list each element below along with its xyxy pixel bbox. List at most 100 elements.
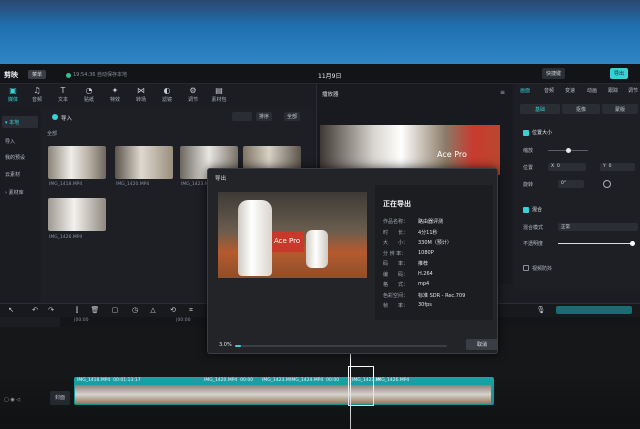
sort-button[interactable]: 排序 bbox=[256, 112, 273, 121]
router-shape bbox=[238, 200, 272, 276]
tab-speed[interactable]: 变速 bbox=[565, 87, 575, 94]
export-progress-track bbox=[235, 345, 447, 347]
monitor-wallpaper bbox=[0, 0, 640, 64]
rotate-field[interactable]: 0° bbox=[558, 180, 584, 188]
segment-keying[interactable]: 抠像 bbox=[562, 104, 600, 114]
media-thumb[interactable] bbox=[48, 198, 106, 231]
menu-button[interactable]: 菜单 bbox=[28, 70, 47, 79]
audio-icon: ♫ bbox=[33, 86, 41, 95]
sidebar-item-cloud[interactable]: 云素材 bbox=[2, 168, 38, 180]
position-label: 位置 bbox=[523, 165, 534, 171]
sticker-icon: ◔ bbox=[85, 86, 93, 95]
tool-label: 调节 bbox=[187, 97, 198, 103]
export-field-value: H.264 bbox=[418, 270, 433, 277]
export-preview: Ace Pro bbox=[218, 192, 367, 278]
adjust-icon: ⚙ bbox=[189, 86, 197, 95]
opacity-slider-handle[interactable] bbox=[630, 241, 635, 246]
position-x-field[interactable]: X 0 bbox=[548, 163, 586, 171]
blend-checkbox[interactable] bbox=[523, 207, 529, 213]
tab-audio[interactable]: 音频 bbox=[544, 87, 554, 94]
tool-label: 转场 bbox=[135, 97, 146, 103]
tab-adjust[interactable]: 调节 bbox=[628, 87, 638, 94]
sidebar-item-presets[interactable]: 我的预设 bbox=[2, 151, 38, 163]
app-logo: 剪映 bbox=[4, 71, 18, 79]
export-field-value: 1080P bbox=[418, 249, 434, 256]
tab-animation[interactable]: 动画 bbox=[587, 87, 597, 94]
export-field-label: 分 辨 率： bbox=[383, 250, 407, 257]
tool-sticker[interactable]: ◔ 贴纸 bbox=[78, 86, 100, 103]
export-field-label: 大 小： bbox=[383, 240, 409, 246]
tool-label: 贴纸 bbox=[83, 97, 94, 103]
segment-basic[interactable]: 基础 bbox=[520, 104, 560, 114]
media-filename: IMG_1418.MP4 bbox=[49, 182, 83, 187]
text-icon: T bbox=[60, 86, 66, 95]
player-menu-icon[interactable]: ≡ bbox=[500, 89, 505, 96]
filter-button[interactable]: 全部 bbox=[284, 112, 301, 121]
export-field-value: 标准 SDR - Rec.709 bbox=[418, 292, 466, 299]
opacity-slider[interactable] bbox=[558, 243, 634, 244]
tool-transition[interactable]: ⋈ 转场 bbox=[130, 86, 152, 103]
tool-text[interactable]: T 文本 bbox=[52, 86, 74, 103]
tab-tracking[interactable]: 跟踪 bbox=[608, 87, 618, 94]
player-overlay-text: Ace Pro bbox=[437, 150, 467, 159]
tool-assets[interactable]: ▤ 素材包 bbox=[208, 86, 230, 103]
player-title: 播放器 bbox=[322, 92, 339, 98]
export-progress-text: 3.0% bbox=[219, 342, 232, 348]
effects-icon: ✦ bbox=[111, 86, 119, 95]
tool-label: 文本 bbox=[57, 97, 68, 103]
export-field-value: 推荐 bbox=[418, 261, 429, 267]
tool-label: 素材包 bbox=[211, 97, 227, 103]
stabilize-label: 视频防抖 bbox=[532, 266, 553, 272]
tool-label: 特效 bbox=[109, 97, 120, 103]
rotate-dial-icon[interactable] bbox=[603, 180, 611, 188]
cancel-export-button[interactable]: 取消 bbox=[466, 339, 498, 350]
export-field-label: 作品名称： bbox=[383, 219, 409, 225]
sidebar-item-import[interactable]: 导入 bbox=[2, 135, 38, 147]
sidebar-item-local[interactable]: ▾ 本地 bbox=[2, 116, 38, 128]
scale-slider-handle[interactable] bbox=[566, 148, 571, 153]
tool-audio[interactable]: ♫ 音频 bbox=[26, 86, 48, 103]
shortcuts-button[interactable]: 快捷键 bbox=[542, 68, 566, 79]
router-small-shape bbox=[306, 230, 328, 268]
stabilize-checkbox[interactable] bbox=[523, 265, 529, 271]
export-field-label: 码 率： bbox=[383, 261, 409, 267]
rotate-label: 旋转 bbox=[523, 182, 534, 188]
export-button[interactable]: 导出 bbox=[610, 68, 629, 79]
export-field-label: 格 式： bbox=[383, 282, 409, 288]
blend-mode-label: 混合模式 bbox=[523, 225, 544, 231]
all-filter-label: 全部 bbox=[47, 131, 58, 137]
tool-effects[interactable]: ✦ 特效 bbox=[104, 86, 126, 103]
position-size-label: 位置大小 bbox=[532, 130, 553, 136]
tool-label: 滤镜 bbox=[161, 97, 172, 103]
view-toggle-icon[interactable] bbox=[232, 112, 252, 121]
position-y-field[interactable]: Y 0 bbox=[600, 163, 635, 171]
sidebar-item-library[interactable]: › 素材库 bbox=[2, 186, 38, 198]
media-filename: IMG_1420.MP4 bbox=[116, 182, 150, 187]
media-icon: ▣ bbox=[9, 86, 17, 95]
export-field-label: 编 码： bbox=[383, 271, 409, 278]
tool-media[interactable]: ▣ 媒体 bbox=[2, 86, 24, 103]
blend-mode-select[interactable]: 正常 bbox=[558, 223, 638, 231]
tool-adjust[interactable]: ⚙ 调节 bbox=[182, 86, 204, 103]
import-label[interactable]: 导入 bbox=[61, 114, 72, 122]
opacity-label: 不透明度 bbox=[523, 241, 544, 247]
export-field-label: 帧 率： bbox=[383, 303, 409, 309]
import-icon[interactable] bbox=[52, 114, 58, 120]
screen-photo: 剪映 菜单 19:54:36 自动保存本地 11月9日 快捷键 导出 ▣ 媒体 ♫ 音… bbox=[0, 0, 640, 429]
autosave-icon bbox=[66, 73, 71, 78]
position-size-checkbox[interactable] bbox=[523, 130, 529, 136]
tool-label: 媒体 bbox=[7, 97, 18, 103]
transition-icon: ⋈ bbox=[137, 86, 145, 95]
assets-icon: ▤ bbox=[215, 86, 223, 95]
tool-label: 音频 bbox=[31, 97, 42, 103]
export-field-label: 色彩空间： bbox=[383, 292, 409, 299]
position-x-axis: X bbox=[551, 164, 555, 169]
export-field-value: mp4 bbox=[418, 281, 430, 287]
tool-filter[interactable]: ◐ 滤镜 bbox=[156, 86, 178, 103]
export-field-value: 路由器评测 bbox=[418, 219, 444, 225]
media-thumb[interactable] bbox=[115, 146, 173, 179]
tab-video[interactable]: 画面 bbox=[520, 87, 530, 94]
media-thumb[interactable] bbox=[48, 146, 106, 179]
autosave-status: 19:54:36 自动保存本地 bbox=[73, 72, 128, 78]
segment-mask[interactable]: 蒙版 bbox=[602, 104, 638, 114]
